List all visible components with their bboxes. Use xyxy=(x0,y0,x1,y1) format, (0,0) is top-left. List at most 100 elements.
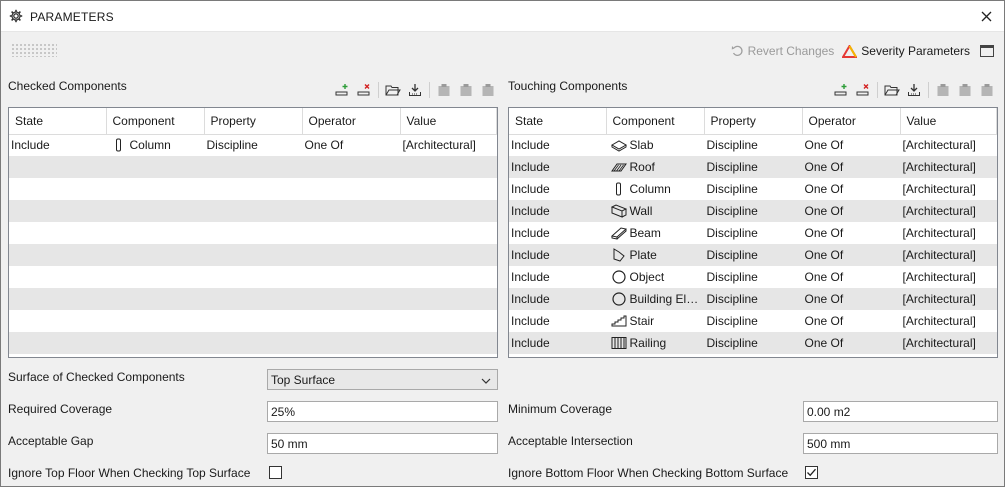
component-cell[interactable]: Wall xyxy=(606,200,705,222)
operator-cell[interactable]: One Of xyxy=(802,156,901,178)
open-button[interactable] xyxy=(881,80,903,100)
state-cell[interactable]: Include xyxy=(509,178,607,200)
value-cell[interactable]: [Architectural] xyxy=(900,288,997,310)
panel-toggle-icon[interactable] xyxy=(980,45,994,57)
state-cell[interactable]: Include xyxy=(509,310,607,332)
table-row[interactable]: Include Stair Discipline One Of [Archite… xyxy=(509,310,997,332)
component-cell[interactable]: Plate xyxy=(606,244,705,266)
state-cell[interactable]: Include xyxy=(509,288,607,310)
minimum-coverage-field[interactable]: 0.00 m2 xyxy=(803,401,998,422)
required-coverage-field[interactable]: 25% xyxy=(267,401,498,422)
table-row[interactable]: Include Roof Discipline One Of [Architec… xyxy=(509,156,997,178)
state-cell[interactable]: Include xyxy=(509,222,607,244)
severity-parameters-button[interactable]: Severity Parameters xyxy=(842,44,970,58)
state-cell[interactable]: Include xyxy=(509,332,607,354)
property-cell[interactable]: Discipline xyxy=(704,200,803,222)
state-cell[interactable]: Include xyxy=(509,244,607,266)
component-cell[interactable]: Railing xyxy=(606,332,705,354)
table-row[interactable]: Include Column Discipline One Of [Archit… xyxy=(9,134,497,156)
open-button[interactable] xyxy=(382,80,404,100)
value-cell[interactable]: [Architectural] xyxy=(900,134,997,156)
value-cell[interactable]: [Architectural] xyxy=(900,266,997,288)
value-cell[interactable]: [Architectural] xyxy=(400,134,497,156)
operator-cell[interactable]: One Of xyxy=(802,134,901,156)
operator-cell[interactable]: One Of xyxy=(802,266,901,288)
column-header-component[interactable]: Component xyxy=(106,108,205,135)
table-row[interactable]: Include Wall Discipline One Of [Architec… xyxy=(509,200,997,222)
table-row[interactable]: Include Beam Discipline One Of [Architec… xyxy=(509,222,997,244)
property-cell[interactable]: Discipline xyxy=(704,332,803,354)
column-header-value[interactable]: Value xyxy=(400,108,497,135)
value-cell[interactable]: [Architectural] xyxy=(900,200,997,222)
acceptable-gap-field[interactable]: 50 mm xyxy=(267,433,498,454)
operator-cell[interactable]: One Of xyxy=(802,310,901,332)
column-header-property[interactable]: Property xyxy=(204,108,303,135)
column-header-component[interactable]: Component xyxy=(606,108,705,135)
ignore-top-floor-label: Ignore Top Floor When Checking Top Surfa… xyxy=(8,466,251,480)
table-row[interactable]: Include Plate Discipline One Of [Archite… xyxy=(509,244,997,266)
add-row-button[interactable] xyxy=(331,80,353,100)
column-header-property[interactable]: Property xyxy=(704,108,803,135)
add-row-button[interactable] xyxy=(830,80,852,100)
property-cell[interactable]: Discipline xyxy=(704,156,803,178)
component-cell[interactable]: Stair xyxy=(606,310,705,332)
import-button[interactable] xyxy=(903,80,925,100)
operator-cell[interactable]: One Of xyxy=(802,288,901,310)
ignore-bottom-floor-checkbox[interactable] xyxy=(805,466,818,479)
value-cell[interactable]: [Architectural] xyxy=(900,332,997,354)
column-header-operator[interactable]: Operator xyxy=(302,108,401,135)
close-button[interactable] xyxy=(968,1,1004,32)
component-cell[interactable]: Column xyxy=(106,134,205,156)
operator-cell[interactable]: One Of xyxy=(802,332,901,354)
property-cell[interactable]: Discipline xyxy=(204,134,303,156)
property-cell[interactable]: Discipline xyxy=(704,134,803,156)
table-row[interactable]: Include Railing Discipline One Of [Archi… xyxy=(509,332,997,354)
value-cell[interactable]: [Architectural] xyxy=(900,244,997,266)
component-cell[interactable]: Beam xyxy=(606,222,705,244)
state-cell[interactable]: Include xyxy=(9,134,107,156)
table-row[interactable]: Include Building Ele... Discipline One O… xyxy=(509,288,997,310)
column-header-state[interactable]: State xyxy=(509,108,607,135)
operator-cell[interactable]: One Of xyxy=(302,134,401,156)
import-button[interactable] xyxy=(404,80,426,100)
table-row[interactable]: Include Object Discipline One Of [Archit… xyxy=(509,266,997,288)
property-cell[interactable]: Discipline xyxy=(704,266,803,288)
operator-cell[interactable]: One Of xyxy=(802,200,901,222)
column-header-operator[interactable]: Operator xyxy=(802,108,901,135)
empty-row xyxy=(9,222,497,244)
property-cell[interactable]: Discipline xyxy=(704,178,803,200)
remove-row-button[interactable] xyxy=(353,80,375,100)
table-row[interactable]: Include Slab Discipline One Of [Architec… xyxy=(509,134,997,156)
drag-grip[interactable] xyxy=(11,43,57,57)
property-cell[interactable]: Discipline xyxy=(704,222,803,244)
component-cell[interactable]: Building Ele... xyxy=(606,288,705,310)
component-cell[interactable]: Object xyxy=(606,266,705,288)
component-cell[interactable]: Roof xyxy=(606,156,705,178)
column-header-state[interactable]: State xyxy=(9,108,107,135)
revert-changes-button[interactable]: Revert Changes xyxy=(731,44,834,58)
state-cell[interactable]: Include xyxy=(509,156,607,178)
component-cell[interactable]: Slab xyxy=(606,134,705,156)
value-cell[interactable]: [Architectural] xyxy=(900,178,997,200)
component-cell[interactable]: Column xyxy=(606,178,705,200)
empty-row xyxy=(9,200,497,222)
state-cell[interactable]: Include xyxy=(509,200,607,222)
value-cell[interactable]: [Architectural] xyxy=(900,156,997,178)
state-cell[interactable]: Include xyxy=(509,134,607,156)
ignore-top-floor-checkbox[interactable] xyxy=(269,466,282,479)
value-cell[interactable]: [Architectural] xyxy=(900,310,997,332)
remove-row-button[interactable] xyxy=(852,80,874,100)
operator-cell[interactable]: One Of xyxy=(802,222,901,244)
value-cell[interactable]: [Architectural] xyxy=(900,222,997,244)
property-cell[interactable]: Discipline xyxy=(704,310,803,332)
toolbar-separator xyxy=(378,82,379,98)
operator-cell[interactable]: One Of xyxy=(802,178,901,200)
property-cell[interactable]: Discipline xyxy=(704,288,803,310)
surface-select[interactable]: Top Surface xyxy=(267,369,498,390)
property-cell[interactable]: Discipline xyxy=(704,244,803,266)
column-header-value[interactable]: Value xyxy=(900,108,997,135)
state-cell[interactable]: Include xyxy=(509,266,607,288)
table-row[interactable]: Include Column Discipline One Of [Archit… xyxy=(509,178,997,200)
acceptable-intersection-field[interactable]: 500 mm xyxy=(803,433,998,454)
operator-cell[interactable]: One Of xyxy=(802,244,901,266)
